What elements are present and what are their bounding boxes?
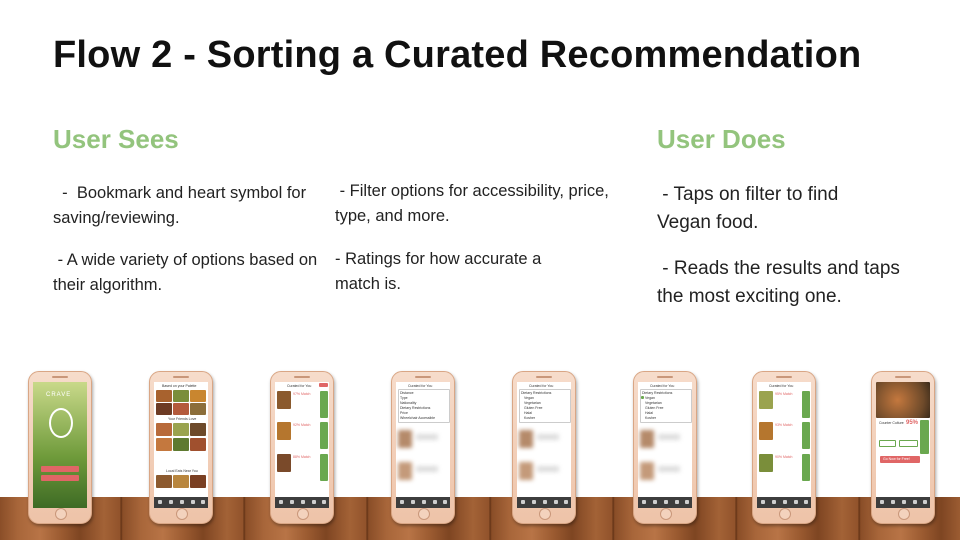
filter-option[interactable]: Type [400, 396, 408, 400]
phone-dietary-menu: Curated for You Dietary Restrictions Veg… [512, 371, 576, 524]
phone-splash: CRAVE [28, 371, 92, 524]
menu-button[interactable] [879, 440, 896, 447]
match-badge: 88% Match [293, 455, 311, 459]
restaurant-match: 95% [906, 420, 919, 426]
filter-option[interactable]: Dietary Restrictions [400, 406, 430, 410]
curated-header: Curated for You [287, 384, 312, 388]
palette-header: Based on your Palette [162, 384, 197, 388]
dietary-option[interactable]: Vegan [645, 396, 655, 400]
dietary-option[interactable]: Halal [524, 411, 532, 415]
phone-curated-list: Curated for You 97% Match 92% Match 88% … [270, 371, 334, 524]
filter-button[interactable] [319, 383, 328, 387]
curated-header: Curated for You [529, 384, 554, 388]
dietary-option[interactable]: Gluten Free [645, 406, 663, 410]
does-item-filter: - Taps on filter to find Vegan food. [657, 184, 844, 233]
curated-header: Curated for You [650, 384, 675, 388]
match-badge: 97% Match [293, 392, 311, 396]
brand-logo-icon [49, 408, 73, 438]
dietary-option[interactable]: Vegan [524, 396, 534, 400]
friends-love-label: Your Friends Love [168, 417, 197, 421]
filter-option[interactable]: Price [400, 411, 408, 415]
filter-option[interactable]: Nationality [400, 401, 416, 405]
phone-palette-grid: Based on your Palette Your Friends Love … [149, 371, 213, 524]
curated-header: Curated for You [769, 384, 794, 388]
dietary-option[interactable]: Vegetarian [524, 401, 541, 405]
local-eats-label: Local Eats Near You [166, 469, 198, 473]
phone-restaurant-detail: Counter Culture 95% Go Now for Free! [871, 371, 935, 524]
dietary-heading: Dietary Restrictions [521, 391, 552, 395]
reservation-button[interactable] [899, 440, 918, 447]
match-badge: 95% Match [775, 392, 793, 396]
filter-option[interactable]: Wheelchair Accessible [400, 416, 435, 420]
dietary-option[interactable]: Halal [645, 411, 653, 415]
dietary-option[interactable]: Gluten Free [524, 406, 542, 410]
dietary-option[interactable]: Kosher [645, 416, 656, 420]
phone-filter-menu: Curated for You Distance Type Nationalit… [391, 371, 455, 524]
brand-logo-text: CRAVE [46, 392, 72, 398]
dietary-option[interactable]: Kosher [524, 416, 535, 420]
phone-vegan-selected: Curated for You Dietary Restrictions Veg… [633, 371, 697, 524]
phone-vegan-results: Curated for You 95% Match 93% Match 90% … [752, 371, 816, 524]
filter-option[interactable]: Distance [400, 391, 414, 395]
sees-item-bookmark: - Bookmark and heart symbol for saving/r… [53, 184, 311, 227]
match-badge: 92% Match [293, 423, 311, 427]
bottom-nav-bar [154, 497, 208, 508]
sees-item-variety: - A wide variety of options based on the… [53, 251, 322, 294]
match-badge: 93% Match [775, 423, 793, 427]
wood-floor-background [0, 497, 960, 540]
does-item-results: - Reads the results and taps the most ex… [657, 258, 906, 307]
sign-up-button[interactable] [41, 466, 79, 472]
user-does-heading: User Does [657, 124, 786, 154]
sees-item-filters: - Filter options for accessibility, pric… [335, 182, 614, 225]
user-sees-heading: User Sees [53, 124, 179, 154]
dietary-option[interactable]: Vegetarian [645, 401, 662, 405]
slide-title: Flow 2 - Sorting a Curated Recommendatio… [53, 34, 862, 76]
go-now-label: Go Now for Free! [883, 457, 910, 461]
restaurant-name: Counter Culture [879, 421, 904, 425]
vegan-checkbox-checked[interactable] [641, 396, 644, 399]
restaurant-photo [876, 382, 930, 418]
login-button[interactable] [41, 475, 79, 481]
dietary-heading: Dietary Restrictions [642, 391, 673, 395]
sees-item-ratings: - Ratings for how accurate a match is. [335, 250, 546, 293]
match-badge: 90% Match [775, 455, 793, 459]
curated-header: Curated for You [408, 384, 433, 388]
